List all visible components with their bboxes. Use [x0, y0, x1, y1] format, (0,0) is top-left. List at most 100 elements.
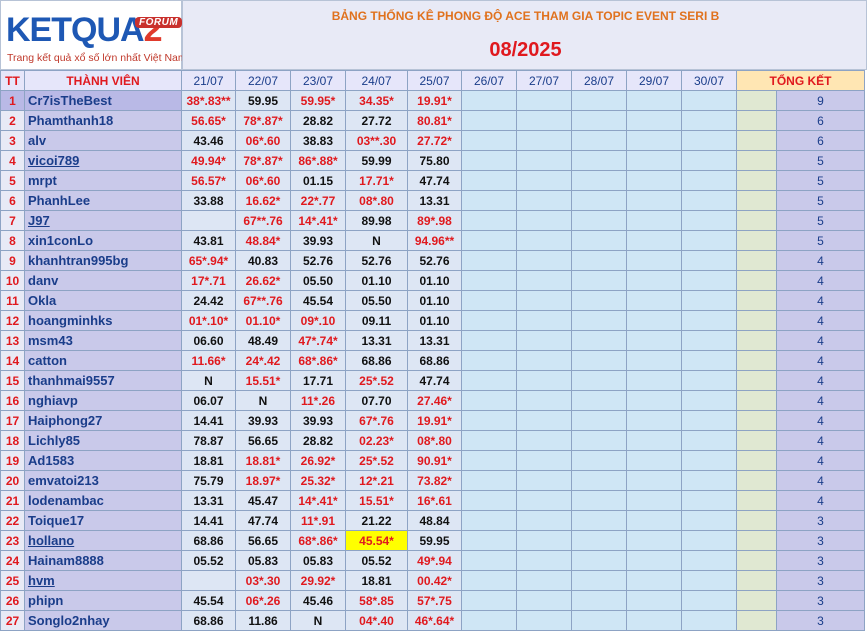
total-score: 4	[776, 410, 865, 431]
empty-cell	[516, 550, 572, 571]
member-name[interactable]: Cr7isTheBest	[24, 90, 182, 111]
table-row: 10 danv 17*.71 26.62* 05.50 01.10 01.10 4	[0, 270, 865, 291]
table-row: 3 alv 43.46 06*.60 38.83 03**.30 27.72* 6	[0, 130, 865, 151]
prediction-cell: 18.97*	[235, 470, 291, 491]
member-name[interactable]: alv	[24, 130, 182, 151]
empty-cell	[681, 290, 737, 311]
spacer-cell	[736, 150, 777, 171]
prediction-cell: 73.82*	[407, 470, 462, 491]
prediction-cell: N	[181, 370, 236, 391]
member-name[interactable]: Okla	[24, 290, 182, 311]
table-row: 25 hvm 03*.30 29.92* 18.81 00.42* 3	[0, 570, 865, 591]
prediction-cell: 27.72*	[407, 130, 462, 151]
member-name[interactable]: hoangminhks	[24, 310, 182, 331]
site-logo[interactable]: KETQUA2 FORUM Trang kết quả xổ số lớn nh…	[0, 0, 187, 70]
prediction-cell: 80.81*	[407, 110, 462, 131]
prediction-cell: 47*.74*	[290, 330, 346, 351]
member-name[interactable]: Ad1583	[24, 450, 182, 471]
prediction-cell	[181, 210, 236, 231]
member-name[interactable]: hollano	[24, 530, 182, 551]
member-name[interactable]: Toique17	[24, 510, 182, 531]
member-name[interactable]: Songlo2nhay	[24, 610, 182, 631]
member-name[interactable]: danv	[24, 270, 182, 291]
member-name[interactable]: msm43	[24, 330, 182, 351]
month-label: 08/2025	[489, 39, 562, 61]
total-score: 4	[776, 450, 865, 471]
empty-cell	[516, 130, 572, 151]
empty-cell	[626, 570, 682, 591]
prediction-cell: 28.82	[290, 110, 346, 131]
spacer-cell	[736, 610, 777, 631]
prediction-cell: 39.93	[235, 410, 291, 431]
prediction-cell: 49*.94	[407, 550, 462, 571]
member-name[interactable]: lodenambac	[24, 490, 182, 511]
member-name[interactable]: PhanhLee	[24, 190, 182, 211]
row-number: 13	[0, 330, 25, 351]
spacer-cell	[736, 210, 777, 231]
prediction-cell: 11.86	[235, 610, 291, 631]
row-number: 20	[0, 470, 25, 491]
row-number: 6	[0, 190, 25, 211]
empty-cell	[461, 110, 517, 131]
empty-cell	[571, 330, 627, 351]
table-row: 9 khanhtran995bg 65*.94* 40.83 52.76 52.76 52.…	[0, 250, 865, 271]
member-name[interactable]: catton	[24, 350, 182, 371]
member-name[interactable]: xin1conLo	[24, 230, 182, 251]
prediction-cell: 25*.52	[345, 370, 408, 391]
row-number: 23	[0, 530, 25, 551]
prediction-cell: 01.10	[407, 270, 462, 291]
empty-cell	[516, 150, 572, 171]
stats-table: TT THÀNH VIÊN 21/07 22/07 23/07 24/07 25/07 2…	[0, 70, 865, 631]
total-score: 6	[776, 110, 865, 131]
member-name[interactable]: thanhmai9557	[24, 370, 182, 391]
member-name[interactable]: Hainam8888	[24, 550, 182, 571]
prediction-cell: 16*.61	[407, 490, 462, 511]
member-name[interactable]: nghiavp	[24, 390, 182, 411]
member-name[interactable]: khanhtran995bg	[24, 250, 182, 271]
member-name[interactable]: vicoi789	[24, 150, 182, 171]
empty-cell	[681, 270, 737, 291]
empty-cell	[626, 470, 682, 491]
empty-cell	[626, 450, 682, 471]
member-name[interactable]: phipn	[24, 590, 182, 611]
member-name[interactable]: hvm	[24, 570, 182, 591]
member-name[interactable]: Lichly85	[24, 430, 182, 451]
empty-cell	[571, 570, 627, 591]
member-name[interactable]: Haiphong27	[24, 410, 182, 431]
member-name[interactable]: emvatoi213	[24, 470, 182, 491]
empty-cell	[681, 550, 737, 571]
member-name[interactable]: mrpt	[24, 170, 182, 191]
empty-cell	[571, 390, 627, 411]
member-name[interactable]: Phamthanh18	[24, 110, 182, 131]
total-score: 3	[776, 610, 865, 631]
row-number: 2	[0, 110, 25, 131]
empty-cell	[571, 170, 627, 191]
empty-cell	[681, 570, 737, 591]
table-row: 20 emvatoi213 75.79 18.97* 25.32* 12*.21 73.82…	[0, 470, 865, 491]
prediction-cell: 11.66*	[181, 350, 236, 371]
empty-cell	[626, 210, 682, 231]
prediction-cell: 24.42	[181, 290, 236, 311]
empty-cell	[461, 150, 517, 171]
empty-cell	[461, 130, 517, 151]
prediction-cell: 02.23*	[345, 430, 408, 451]
empty-cell	[626, 170, 682, 191]
table-row: 6 PhanhLee 33.88 16.62* 22*.77 08*.80 13.31 5	[0, 190, 865, 211]
empty-cell	[626, 150, 682, 171]
member-name[interactable]: J97	[24, 210, 182, 231]
prediction-cell: 78.87	[181, 430, 236, 451]
prediction-cell: 14*.41*	[290, 490, 346, 511]
prediction-cell: 33.88	[181, 190, 236, 211]
empty-cell	[681, 150, 737, 171]
row-number: 4	[0, 150, 25, 171]
prediction-cell: 45.54	[290, 290, 346, 311]
prediction-cell: 78*.87*	[235, 150, 291, 171]
spacer-cell	[736, 570, 777, 591]
prediction-cell: 06*.60	[235, 170, 291, 191]
spacer-cell	[736, 190, 777, 211]
total-score: 3	[776, 570, 865, 591]
spacer-cell	[736, 350, 777, 371]
spacer-cell	[736, 430, 777, 451]
empty-cell	[516, 430, 572, 451]
prediction-cell: 14.41	[181, 410, 236, 431]
